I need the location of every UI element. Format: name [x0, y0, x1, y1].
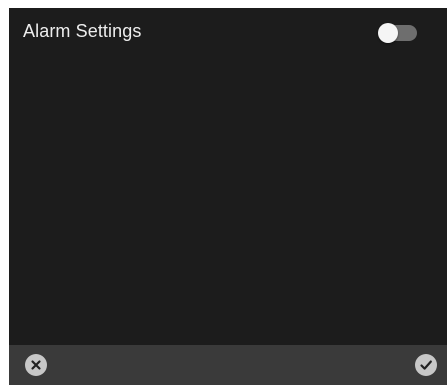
- close-icon: [31, 360, 41, 370]
- header-bar: Alarm Settings: [9, 8, 447, 56]
- cancel-button[interactable]: [25, 354, 47, 376]
- alarm-settings-panel: Alarm Settings: [9, 8, 447, 385]
- content-area: [9, 56, 447, 345]
- alarm-toggle[interactable]: [378, 23, 417, 43]
- confirm-button[interactable]: [415, 354, 437, 376]
- toggle-thumb: [378, 23, 398, 43]
- check-icon: [420, 360, 432, 370]
- page-title: Alarm Settings: [23, 21, 142, 41]
- footer-bar: [9, 345, 447, 385]
